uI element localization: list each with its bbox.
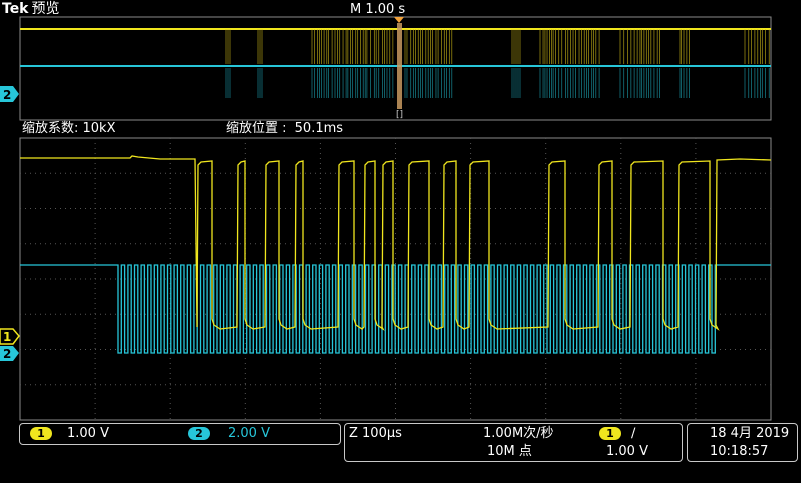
zoom-position-value: 50.1ms — [294, 121, 344, 136]
overview-bursts — [225, 29, 770, 98]
ch1-marker[interactable]: 1 — [0, 328, 20, 345]
trigger-slope-icon[interactable]: ∕ — [631, 426, 635, 442]
svg-text:2: 2 — [3, 347, 11, 361]
ch1-badge[interactable]: 1 — [30, 427, 52, 440]
sample-rate: 1.00M次/秒 — [483, 426, 554, 441]
date: 18 4月 2019 — [710, 426, 790, 441]
time: 10:18:57 — [710, 444, 769, 459]
acquisition-panel[interactable]: Z 100µs 1.00M次/秒 10M 点 1 ∕ 1.00 V — [344, 423, 683, 462]
ch2-trace — [20, 264, 771, 354]
ch1-scale[interactable]: 1.00 V — [67, 426, 109, 442]
zoom-scale[interactable]: Z 100µs — [349, 426, 402, 442]
svg-text:2: 2 — [3, 88, 11, 102]
overview-frame — [19, 16, 772, 121]
zoom-window-indicator — [397, 23, 402, 109]
trigger-source-badge[interactable]: 1 — [599, 427, 621, 440]
ch2-badge[interactable]: 2 — [188, 427, 210, 440]
datetime-panel: 18 4月 2019 10:18:57 — [687, 423, 798, 462]
ch2-marker-overview[interactable]: 2 — [0, 85, 20, 103]
ch2-marker[interactable]: 2 — [0, 345, 20, 362]
trigger-position-icon — [394, 17, 404, 23]
record-length: 10M 点 — [487, 444, 532, 459]
zoom-position-label: 缩放位置 : — [226, 121, 287, 136]
main-waveform[interactable] — [0, 137, 801, 422]
zoom-bracket-icon: [] — [396, 110, 403, 120]
overview-waveform[interactable]: [] — [0, 12, 801, 122]
svg-text:1: 1 — [3, 330, 11, 344]
ch2-scale[interactable]: 2.00 V — [228, 426, 270, 442]
zoom-position: 缩放位置 : 50.1ms — [226, 121, 343, 137]
zoom-factor: 缩放系数: 10kX — [22, 121, 116, 136]
channel-scale-panel[interactable]: 1 1.00 V 2 2.00 V — [19, 423, 341, 445]
trigger-level[interactable]: 1.00 V — [606, 444, 648, 460]
